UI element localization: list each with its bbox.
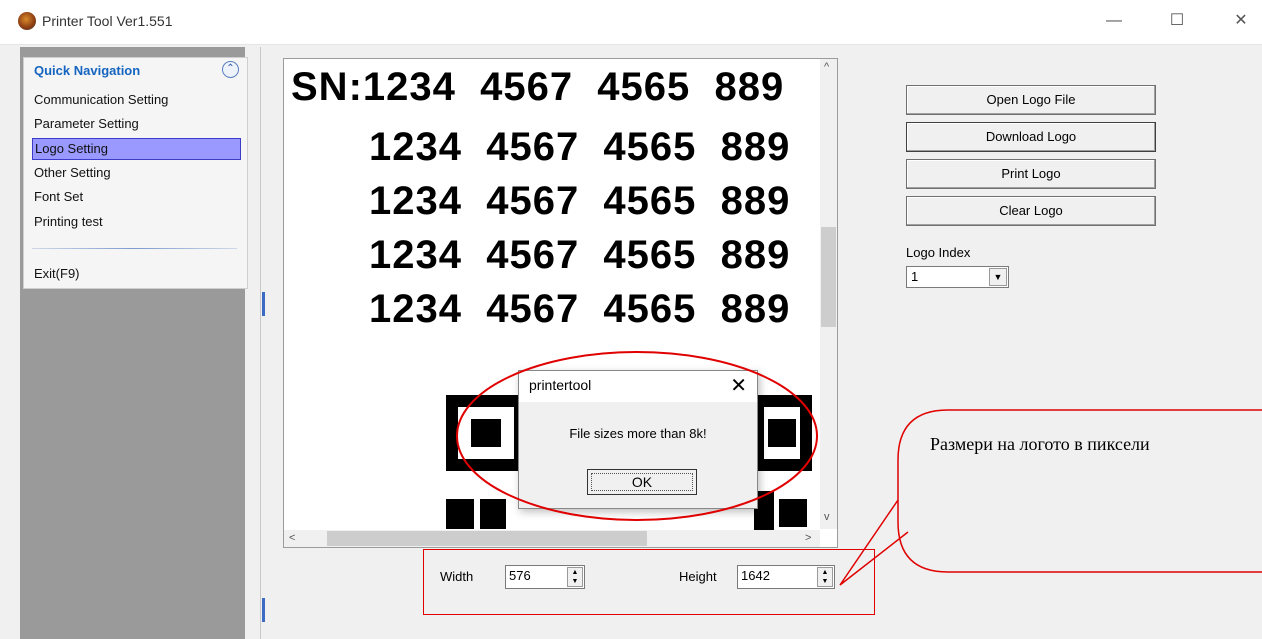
- qr-module: [779, 499, 807, 527]
- window-title: Printer Tool Ver1.551: [42, 13, 173, 29]
- chevron-down-icon[interactable]: ▼: [989, 268, 1007, 286]
- logo-index-value: 1: [911, 269, 919, 284]
- preview-line: 1234 4567 4565 889: [369, 233, 791, 277]
- print-logo-button[interactable]: Print Logo: [906, 159, 1156, 189]
- close-button[interactable]: ✕: [1226, 10, 1256, 32]
- nav-item-parameter-setting[interactable]: Parameter Setting: [32, 114, 139, 134]
- nav-item-communication-setting[interactable]: Communication Setting: [32, 90, 168, 110]
- horizontal-scroll-thumb[interactable]: [327, 531, 647, 546]
- dialog-body: File sizes more than 8k! OK: [519, 402, 757, 508]
- qr-finder-right-core: [768, 419, 796, 447]
- scroll-up-icon[interactable]: ^: [824, 61, 829, 73]
- vertical-scrollbar[interactable]: ^ v: [820, 59, 837, 529]
- dialog-close-icon[interactable]: ✕: [730, 373, 747, 398]
- scroll-left-icon[interactable]: <: [289, 532, 295, 544]
- nav-item-font-set[interactable]: Font Set: [32, 187, 83, 207]
- quick-navigation-panel: Quick Navigation ⌃ Communication Setting…: [23, 57, 248, 289]
- callout-text: Размери на логото в пиксели: [930, 434, 1150, 454]
- preview-line: 1234 4567 4565 889: [369, 125, 791, 169]
- nav-divider: [32, 248, 237, 249]
- scroll-down-icon[interactable]: v: [824, 511, 830, 523]
- size-highlight-box: [423, 549, 875, 615]
- preview-line: SN:1234 4567 4565 889: [291, 65, 785, 109]
- collapse-icon[interactable]: ⌃: [222, 61, 239, 78]
- maximize-button[interactable]: ☐: [1162, 10, 1192, 32]
- title-bar: Printer Tool Ver1.551 — ☐ ✕: [0, 0, 1262, 45]
- vertical-scroll-thumb[interactable]: [821, 227, 836, 327]
- dialog-message: File sizes more than 8k!: [569, 426, 707, 441]
- logo-index-label: Logo Index: [906, 245, 971, 260]
- dialog-title: printertool: [529, 377, 592, 393]
- splitter[interactable]: [260, 47, 266, 639]
- splitter-grip-bottom: [262, 598, 265, 622]
- clear-logo-button[interactable]: Clear Logo: [906, 196, 1156, 226]
- qr-module: [480, 499, 506, 529]
- scroll-right-icon[interactable]: >: [805, 532, 811, 544]
- nav-header: Quick Navigation: [34, 63, 141, 78]
- ok-button[interactable]: OK: [587, 469, 697, 495]
- horizontal-scrollbar[interactable]: < >: [284, 530, 820, 547]
- qr-module: [446, 499, 474, 529]
- download-logo-button[interactable]: Download Logo: [906, 122, 1156, 152]
- app-icon: [18, 12, 36, 30]
- qr-finder-left-core: [471, 419, 501, 447]
- splitter-grip-top: [262, 292, 265, 316]
- nav-item-other-setting[interactable]: Other Setting: [32, 163, 111, 183]
- minimize-button[interactable]: —: [1099, 10, 1129, 32]
- open-logo-file-button[interactable]: Open Logo File: [906, 85, 1156, 115]
- preview-line: 1234 4567 4565 889: [369, 179, 791, 223]
- message-dialog: printertool ✕ File sizes more than 8k! O…: [518, 370, 758, 509]
- logo-index-select[interactable]: 1 ▼: [906, 266, 1009, 288]
- nav-item-exit[interactable]: Exit(F9): [32, 264, 80, 284]
- nav-item-printing-test[interactable]: Printing test: [32, 212, 103, 232]
- nav-item-logo-setting[interactable]: Logo Setting: [32, 138, 241, 160]
- preview-line: 1234 4567 4565 889: [369, 287, 791, 331]
